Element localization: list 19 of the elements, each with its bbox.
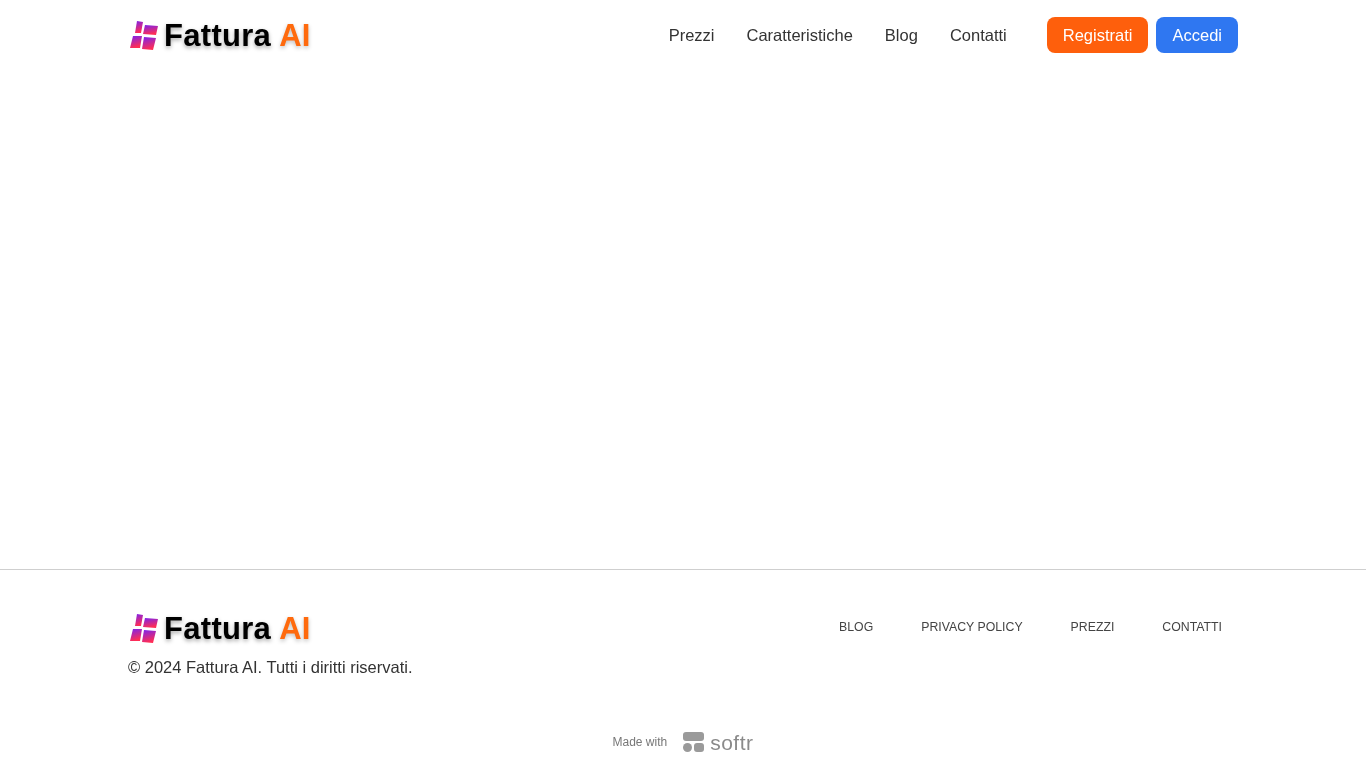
footer-link[interactable]: PRIVACY POLICY: [921, 620, 1023, 635]
softr-link[interactable]: softr: [683, 731, 754, 753]
login-button[interactable]: Accedi: [1156, 17, 1238, 53]
nav-link[interactable]: Prezzi: [668, 25, 715, 45]
nav-link[interactable]: Blog: [884, 25, 918, 45]
footer-link[interactable]: BLOG: [839, 620, 874, 635]
logo-wordmark: Fattura: [164, 19, 272, 51]
logo-icon: [130, 614, 158, 643]
logo-wordmark: Fattura: [164, 613, 272, 644]
made-with-label: Made with: [612, 735, 668, 749]
logo-wordmark-accent: AI: [279, 613, 311, 644]
footer-link[interactable]: PREZZI: [1070, 620, 1115, 635]
nav-link[interactable]: Contatti: [949, 25, 1007, 45]
softr-logo-icon: [683, 732, 705, 752]
footer-link[interactable]: CONTATTI: [1162, 620, 1222, 635]
nav-link[interactable]: Caratteristiche: [746, 25, 853, 45]
logo-icon: [130, 20, 158, 50]
logo-wordmark-accent: AI: [279, 19, 311, 51]
copyright-text: © 2024 Fattura AI. Tutti i diritti riservati.: [128, 658, 413, 677]
